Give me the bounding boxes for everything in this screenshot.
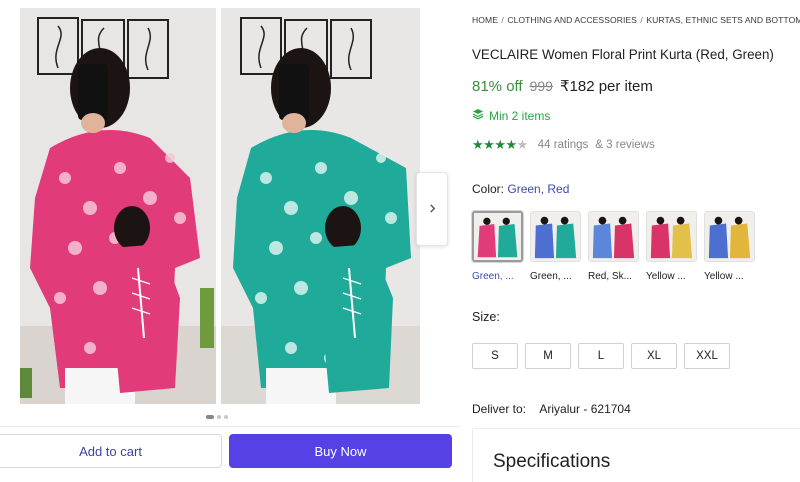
star-icon: ★ (505, 137, 517, 152)
color-value: Green, Red (507, 182, 570, 196)
carousel-dot[interactable] (224, 415, 228, 419)
color-thumbnail (530, 211, 581, 262)
color-option-label: Yellow ... (646, 271, 686, 282)
carousel-dots (206, 415, 228, 419)
rating-row: ★ ★ ★ ★ ★ 44 ratings & 3 reviews (472, 137, 655, 153)
size-options: S M L XL XXL (472, 343, 730, 369)
color-thumbnail (646, 211, 697, 262)
color-option-label: Green, ... (530, 271, 572, 282)
delivery-location[interactable]: Ariyalur - 621704 (539, 402, 630, 416)
color-heading: Color: Green, Red (472, 182, 569, 196)
breadcrumb-home[interactable]: HOME (472, 15, 498, 25)
next-image-button[interactable] (416, 172, 448, 246)
size-option-xxl[interactable]: XXL (684, 343, 730, 369)
color-options: Green, ... Green, ... Red, Sk... Yellow … (472, 211, 755, 282)
color-option-label: Green, ... (472, 271, 514, 282)
color-option-label: Yellow ... (704, 271, 744, 282)
color-option-red-sky[interactable]: Red, Sk... (588, 211, 639, 282)
star-rating: ★ ★ ★ ★ ★ (472, 137, 528, 153)
deliver-label: Deliver to: (472, 402, 527, 416)
delivery-info: Deliver to: Ariyalur - 621704 (472, 402, 631, 416)
discount-percent: 81% off (472, 78, 523, 95)
color-option-yellow-pink[interactable]: Yellow ... (646, 211, 697, 282)
product-photo-pink[interactable] (20, 8, 216, 404)
color-thumbnail (704, 211, 755, 262)
star-icon: ★ (483, 137, 495, 152)
selling-price: ₹182 per item (559, 78, 653, 95)
ratings-count[interactable]: 44 ratings (538, 139, 589, 151)
breadcrumb: HOME / CLOTHING AND ACCESSORIES / KURTAS… (472, 15, 800, 25)
product-details: HOME / CLOTHING AND ACCESSORIES / KURTAS… (472, 0, 800, 482)
buy-now-button[interactable]: Buy Now (229, 434, 452, 468)
product-title: VECLAIRE Women Floral Print Kurta (Red, … (472, 47, 774, 62)
carousel-dot[interactable] (217, 415, 221, 419)
size-option-xl[interactable]: XL (631, 343, 677, 369)
min-items-label: Min 2 items (489, 108, 551, 123)
original-price: 999 (529, 78, 553, 94)
image-gallery: Add to cart Buy Now (0, 0, 460, 482)
price-row: 81% off 999 ₹182 per item (472, 77, 653, 95)
star-icon: ★ (494, 137, 506, 152)
color-thumbnail (588, 211, 639, 262)
min-items-info: Min 2 items (472, 108, 550, 123)
color-option-green-red[interactable]: Green, ... (472, 211, 523, 282)
product-photo-green[interactable] (221, 8, 420, 404)
specifications-title: Specifications (493, 451, 611, 472)
size-option-m[interactable]: M (525, 343, 571, 369)
layers-icon (472, 108, 484, 123)
specifications-card: Specifications (472, 428, 800, 482)
chevron-right-icon (428, 200, 437, 218)
color-label: Color: (472, 182, 505, 196)
color-option-label: Red, Sk... (588, 271, 632, 282)
size-option-s[interactable]: S (472, 343, 518, 369)
size-heading: Size: (472, 310, 500, 324)
star-icon: ★ (472, 137, 484, 152)
purchase-actions: Add to cart Buy Now (0, 426, 460, 482)
star-half-icon: ★ (516, 137, 529, 152)
color-option-yellow-blue[interactable]: Yellow ... (704, 211, 755, 282)
breadcrumb-kurtas[interactable]: KURTAS, ETHNIC SETS AND BOTTOMS (646, 15, 800, 25)
color-thumbnail (472, 211, 523, 262)
add-to-cart-button[interactable]: Add to cart (0, 434, 222, 468)
breadcrumb-clothing[interactable]: CLOTHING AND ACCESSORIES (507, 15, 637, 25)
size-option-l[interactable]: L (578, 343, 624, 369)
color-option-green-blue[interactable]: Green, ... (530, 211, 581, 282)
reviews-count[interactable]: & 3 reviews (595, 139, 654, 151)
carousel-dot-active[interactable] (206, 415, 214, 419)
